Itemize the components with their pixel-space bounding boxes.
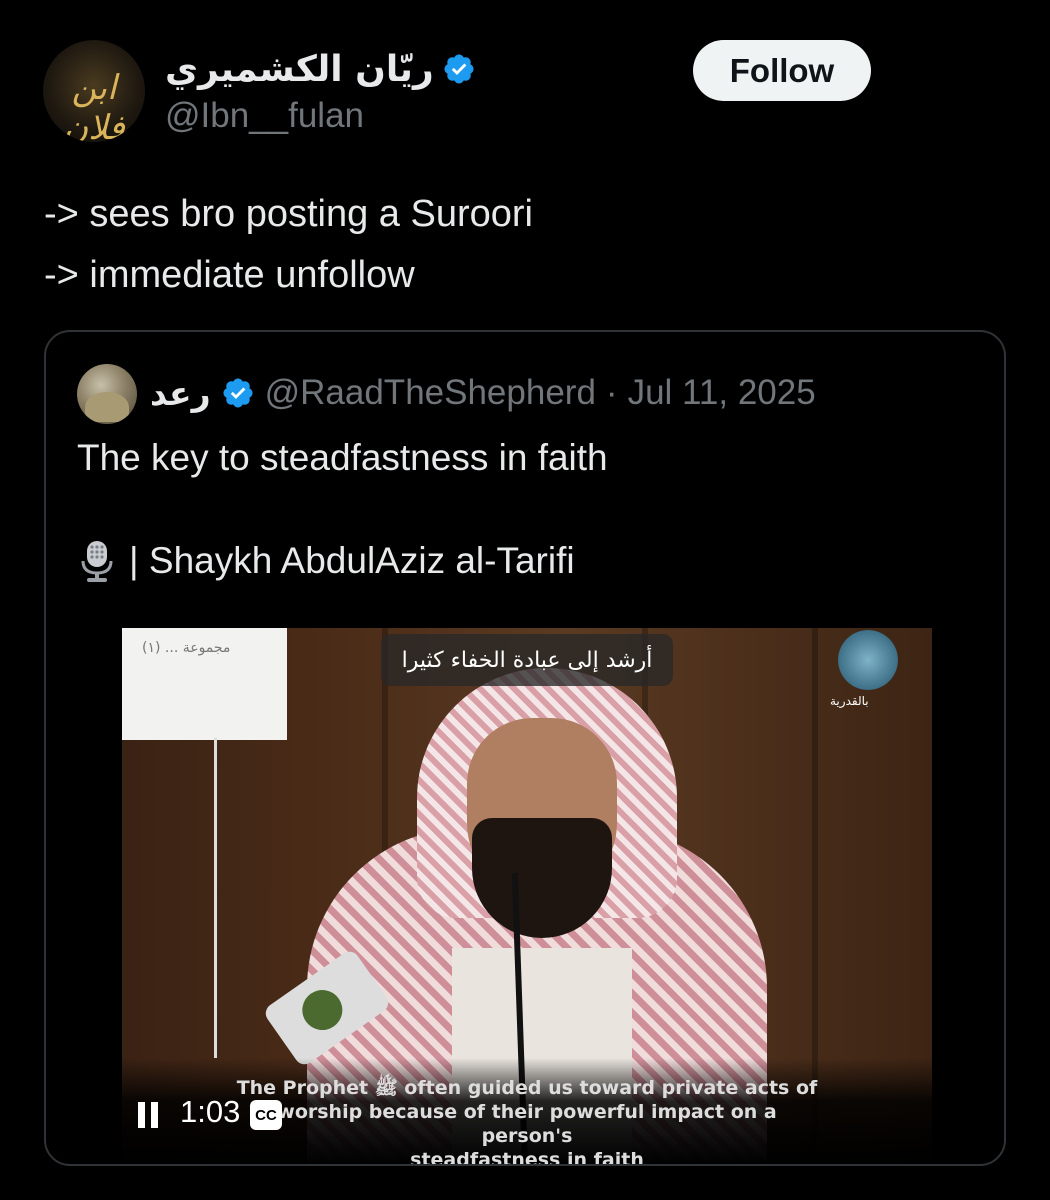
closed-captions-button[interactable]: CC bbox=[250, 1100, 282, 1130]
arabic-caption: أرشد إلى عبادة الخفاء كثيرا bbox=[381, 634, 673, 686]
logo-text: بالقدرية bbox=[830, 694, 869, 708]
tweet-line: -> sees bro posting a Suroori bbox=[44, 193, 533, 235]
avatar-calligraphy: ابن فلان bbox=[63, 68, 126, 142]
cable bbox=[214, 738, 217, 1058]
quoted-credit: | Shaykh AbdulAziz al-Tarifi bbox=[77, 539, 575, 583]
quoted-text: The key to steadfastness in faith bbox=[77, 437, 608, 478]
subtitle-line: The Prophet ﷺ often guided us toward pri… bbox=[236, 1077, 818, 1099]
wall-sign: مجموعة ... (١) bbox=[122, 628, 287, 740]
tweet-text: -> sees bro posting a Suroori -> immedia… bbox=[44, 184, 533, 306]
quoted-author-avatar[interactable] bbox=[77, 364, 137, 424]
quoted-date[interactable]: Jul 11, 2025 bbox=[628, 373, 816, 413]
video-subtitle: The Prophet ﷺ often guided us toward pri… bbox=[232, 1076, 822, 1166]
wall-sign-text: مجموعة ... (١) bbox=[142, 640, 231, 656]
video-timestamp: 1:03 bbox=[180, 1094, 241, 1129]
microphone-icon bbox=[81, 541, 113, 582]
author-name-row: ريّان الكشميري bbox=[165, 44, 476, 94]
separator-dot: · bbox=[605, 373, 618, 412]
channel-logo: بالقدرية bbox=[824, 628, 910, 722]
quoted-tweet[interactable]: رعد @RaadTheShepherd · Jul 11, 2025 The … bbox=[44, 330, 1006, 1166]
author-avatar[interactable]: ابن فلان bbox=[43, 40, 145, 142]
tweet-line: -> immediate unfollow bbox=[44, 254, 415, 296]
pause-icon[interactable] bbox=[138, 1102, 160, 1128]
subtitle-line: worship because of their powerful impact… bbox=[277, 1101, 777, 1147]
quoted-display-name[interactable]: رعد bbox=[150, 374, 211, 413]
verified-badge-icon bbox=[223, 378, 253, 408]
author-handle[interactable]: @Ibn__fulan bbox=[165, 96, 364, 136]
author-display-name[interactable]: ريّان الكشميري bbox=[165, 49, 434, 90]
follow-button[interactable]: Follow bbox=[693, 40, 871, 101]
tweet: ابن فلان ريّان الكشميري @Ibn__fulan Foll… bbox=[0, 0, 1050, 1200]
quoted-handle[interactable]: @RaadTheShepherd bbox=[265, 373, 596, 413]
video-player[interactable]: مجموعة ... (١) بالقدرية أرشد إلى عبادة ا… bbox=[122, 628, 932, 1166]
verified-badge-icon bbox=[444, 54, 474, 84]
quoted-header: رعد @RaadTheShepherd · Jul 11, 2025 bbox=[150, 368, 816, 418]
subtitle-line: steadfastness in faith bbox=[410, 1149, 644, 1166]
logo-emblem bbox=[838, 630, 898, 690]
credit-text: | Shaykh AbdulAziz al-Tarifi bbox=[129, 540, 575, 581]
